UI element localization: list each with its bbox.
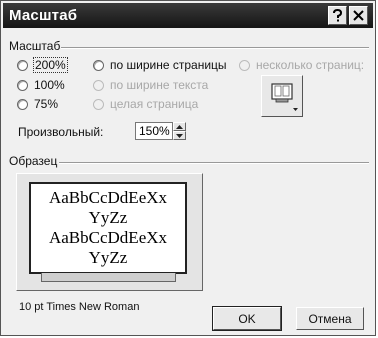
zoom-group-label: Масштаб <box>9 39 64 53</box>
monitor-pages-icon <box>271 83 298 111</box>
radio-page-width[interactable]: по ширине страницы <box>93 58 227 72</box>
help-button[interactable] <box>328 6 347 25</box>
dialog-title: Масштаб <box>9 7 78 24</box>
preview-sample-text: AaBbCcDdEeXx YyZz AaBbCcDdEeXx YyZz <box>29 182 187 274</box>
radio-100-label: 100% <box>34 78 65 92</box>
radio-whole-page-label: целая страница <box>110 97 199 111</box>
radio-circle[interactable] <box>17 59 28 71</box>
radio-circle[interactable] <box>93 59 104 71</box>
custom-zoom-label: Произвольный: <box>18 125 104 139</box>
zoom-group-divider <box>61 47 369 49</box>
custom-zoom-spinner[interactable] <box>173 122 186 140</box>
close-button[interactable] <box>349 6 368 25</box>
title-bar: Масштаб <box>3 3 373 28</box>
radio-200-label: 200% <box>33 57 68 73</box>
preview-group-label: Образец <box>9 154 61 168</box>
radio-many-pages-label: несколько страниц: <box>256 58 365 72</box>
custom-zoom-input[interactable]: 150% <box>135 122 173 140</box>
radio-circle[interactable] <box>17 79 28 91</box>
spin-up-button[interactable] <box>173 122 186 131</box>
radio-circle[interactable] <box>239 59 250 71</box>
many-pages-picker-button[interactable] <box>261 75 303 117</box>
arrow-up-icon <box>176 124 183 129</box>
zoom-dialog: Масштаб Масштаб 200% 100% 75% по ширине … <box>0 0 376 336</box>
radio-circle[interactable] <box>93 79 104 91</box>
radio-text-width-label: по ширине текста <box>110 78 209 92</box>
radio-page-width-label: по ширине страницы <box>110 58 227 72</box>
close-icon <box>353 10 364 21</box>
spin-down-button[interactable] <box>173 131 186 140</box>
help-icon <box>333 9 343 22</box>
radio-circle[interactable] <box>17 98 28 110</box>
radio-circle[interactable] <box>93 98 104 110</box>
preview-monitor: AaBbCcDdEeXx YyZz AaBbCcDdEeXx YyZz <box>16 173 203 291</box>
radio-100[interactable]: 100% <box>17 78 65 92</box>
radio-200[interactable]: 200% <box>17 57 68 73</box>
ok-button[interactable]: OK <box>212 306 282 331</box>
radio-75-label: 75% <box>34 97 59 111</box>
monitor-stand <box>41 273 176 282</box>
preview-group-divider <box>59 162 369 164</box>
font-description: 10 pt Times New Roman <box>19 301 140 313</box>
arrow-down-icon <box>176 133 183 138</box>
cancel-button[interactable]: Отмена <box>296 307 364 330</box>
radio-whole-page[interactable]: целая страница <box>93 97 198 111</box>
radio-text-width[interactable]: по ширине текста <box>93 78 208 92</box>
radio-many-pages[interactable]: несколько страниц: <box>239 58 364 72</box>
radio-75[interactable]: 75% <box>17 97 58 111</box>
